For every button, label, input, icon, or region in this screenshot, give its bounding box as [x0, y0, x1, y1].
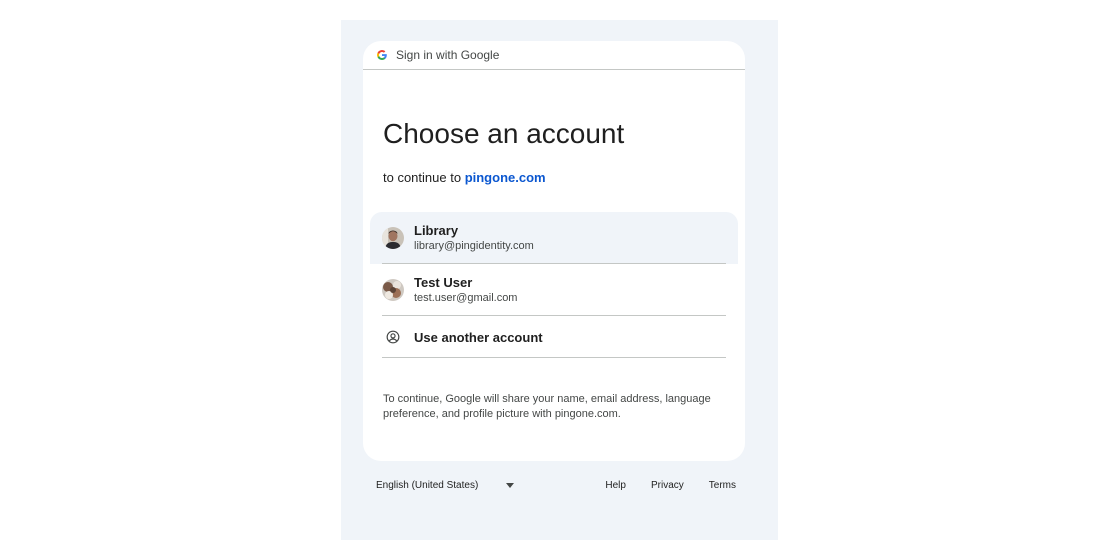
- account-name: Library: [414, 223, 459, 238]
- signin-card: Sign in with Google Choose an account to…: [363, 41, 745, 461]
- card-header: Sign in with Google: [363, 41, 745, 70]
- subtitle-prefix: to continue to: [383, 170, 462, 185]
- account-email: library@pingidentity.com: [414, 240, 534, 252]
- page-title: Choose an account: [383, 118, 625, 149]
- privacy-disclaimer: To continue, Google will share your name…: [383, 393, 711, 420]
- language-selector[interactable]: English (United States): [376, 480, 515, 491]
- account-list: Library library@pingidentity.com Test Us…: [370, 212, 738, 358]
- terms-link[interactable]: Terms: [709, 480, 736, 491]
- account-item-library[interactable]: Library library@pingidentity.com: [370, 212, 738, 264]
- account-circle-icon: [382, 326, 404, 348]
- use-another-account-label: Use another account: [414, 329, 543, 345]
- signin-frame: Sign in with Google Choose an account to…: [341, 20, 778, 540]
- account-details: Library library@pingidentity.com: [414, 223, 534, 253]
- account-item-test-user[interactable]: Test User test.user@gmail.com: [370, 264, 738, 316]
- divider: [382, 357, 726, 358]
- page-subtitle: to continue to pingone.com: [383, 170, 546, 185]
- account-name: Test User: [414, 275, 473, 290]
- account-details: Test User test.user@gmail.com: [414, 275, 517, 305]
- help-link[interactable]: Help: [605, 480, 626, 491]
- caret-down-icon: [506, 483, 515, 488]
- google-logo-icon: [376, 49, 388, 61]
- avatar: [382, 279, 404, 301]
- footer: English (United States) Help Privacy Ter…: [376, 480, 736, 494]
- account-email: test.user@gmail.com: [414, 292, 518, 304]
- avatar: [382, 227, 404, 249]
- privacy-link[interactable]: Privacy: [651, 480, 684, 491]
- use-another-account-button[interactable]: Use another account: [370, 316, 738, 358]
- language-label: English (United States): [376, 480, 479, 491]
- header-title: Sign in with Google: [396, 48, 500, 62]
- footer-links: Help Privacy Terms: [605, 480, 736, 491]
- app-domain-link[interactable]: pingone.com: [465, 170, 546, 185]
